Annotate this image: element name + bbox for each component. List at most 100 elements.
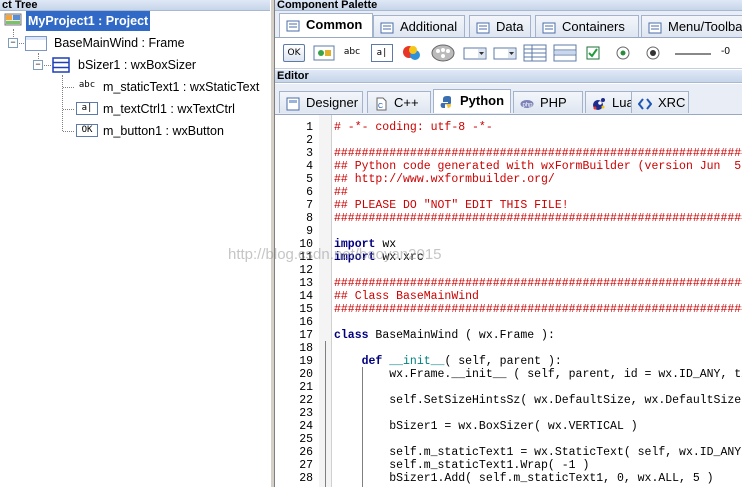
code-text: # -*- coding: utf-8 -*- — [334, 121, 493, 134]
editor-tab[interactable]: C C++ — [367, 91, 431, 113]
line-number: 8 — [306, 212, 313, 225]
choice-tool-icon[interactable] — [463, 44, 487, 62]
code-text: ## http://www.wxformbuilder.org/ — [334, 173, 555, 186]
code-text: self.m_staticText1.Wrap( -1 ) — [334, 459, 590, 472]
code-text: ########################################… — [334, 212, 742, 225]
line-number: 22 — [299, 394, 313, 407]
palette-tab[interactable]: Common — [279, 13, 373, 37]
editor-tabbar: Designer C C++ Python php PHP Lua XRC — [275, 84, 742, 115]
editor-tab-label: XRC — [658, 95, 686, 110]
line-number: 14 — [299, 290, 313, 303]
tree-item[interactable]: OK m_button1 : wxButton — [76, 121, 268, 141]
editor-tab[interactable]: XRC — [631, 91, 689, 113]
tree-connector — [63, 131, 74, 132]
line-number: 17 — [299, 329, 313, 342]
palette-tab-label: Containers — [562, 19, 625, 34]
collapse-toggle[interactable]: − — [8, 38, 18, 48]
tree-connector — [62, 75, 63, 131]
line-number: 19 — [299, 355, 313, 368]
object-tree-title: ct Tree — [0, 0, 272, 11]
line-number: 26 — [299, 446, 313, 459]
editor-tab[interactable]: Python — [433, 89, 511, 113]
slider-end-label[interactable]: -0 — [721, 44, 739, 62]
common-tab-icon — [286, 18, 300, 32]
radio-button-tool-icon[interactable] — [615, 44, 633, 62]
frame-icon — [25, 36, 47, 51]
code-line: bSizer1 = wx.BoxSizer( wx.VERTICAL ) — [334, 420, 638, 433]
code-line: ## http://www.wxformbuilder.org/ — [334, 173, 555, 186]
tree-item-label: m_button1 : wxButton — [103, 124, 224, 138]
palette-tab[interactable]: Containers — [535, 15, 639, 37]
button-tool-icon[interactable]: OK — [283, 44, 305, 62]
code-line: ## — [334, 186, 348, 199]
code-text: bSizer1 = wx.BoxSizer( wx.VERTICAL ) — [334, 420, 638, 433]
line-number: 28 — [299, 472, 313, 485]
svg-text:php: php — [523, 103, 534, 109]
button-icon: OK — [76, 124, 98, 137]
line-number: 25 — [299, 433, 313, 446]
editor-tab-label: Designer — [306, 95, 359, 110]
palette-tab[interactable]: Additional — [373, 15, 465, 37]
checkbox-tool-icon[interactable] — [585, 44, 603, 62]
editor-tab-label: PHP — [540, 95, 567, 110]
component-palette-title: Component Palette — [275, 0, 742, 11]
tree-connector — [63, 87, 74, 88]
code-line: class BaseMainWind ( wx.Frame ): — [334, 329, 555, 342]
code-text: bSizer1.Add( self.m_staticText1, 0, wx.A… — [334, 472, 714, 485]
code-editor[interactable]: 1 # -*- coding: utf-8 -*- 2 3 ##############… — [275, 115, 742, 487]
static-text-tool-icon[interactable]: abc — [341, 44, 363, 62]
line-number: 13 — [299, 277, 313, 290]
editor-tab[interactable]: Designer — [279, 91, 363, 113]
line-number: 15 — [299, 303, 313, 316]
line-number: 27 — [299, 459, 313, 472]
code-line: ########################################… — [334, 212, 742, 225]
collapse-toggle[interactable]: − — [33, 60, 43, 70]
list-ctrl-tool-icon[interactable] — [523, 44, 547, 62]
bitmap-button-tool-icon[interactable] — [313, 44, 335, 62]
line-number: 16 — [299, 316, 313, 329]
static-text-icon: abc — [78, 80, 96, 90]
code-text: wx.Frame.__init__ ( self, parent, id = w… — [389, 368, 742, 381]
tree-item[interactable]: bSizer1 : wxBoxSizer — [52, 55, 268, 75]
code-line: ########################################… — [334, 147, 742, 160]
code-text: ## — [334, 186, 348, 199]
slider-tool-icon[interactable] — [673, 44, 713, 62]
tree-item-label: BaseMainWind : Frame — [54, 36, 185, 50]
fold-guide-class — [325, 341, 326, 487]
code-text: ## Python code generated with wxFormBuil… — [334, 160, 742, 173]
palette-tab-label: Data — [496, 19, 524, 34]
code-text: BaseMainWind ( wx.Frame ): — [368, 329, 555, 342]
code-line: self.SetSizeHintsSz( wx.DefaultSize, wx.… — [334, 394, 742, 407]
watermark: http://blog.csdn.net/baoyan2015 — [228, 246, 442, 263]
code-line: def __init__( self, parent ): — [334, 355, 562, 368]
tree-item[interactable]: MyProject1 : Project — [4, 11, 268, 31]
palette-tabbar: Common Additional Data Containers Menu/Toolb… — [275, 11, 742, 38]
line-number: 12 — [299, 264, 313, 277]
tree-item[interactable]: abc m_staticText1 : wxStaticText — [76, 77, 268, 97]
palette-tab-label: Menu/Toolba — [668, 19, 742, 34]
code-text: self.m_staticText1 = wx.StaticText( self… — [389, 446, 742, 459]
text-ctrl-icon: a| — [76, 102, 98, 115]
php-tab-icon: php — [520, 96, 534, 110]
palette-tab-label: Additional — [400, 19, 458, 34]
line-number: 9 — [306, 225, 313, 238]
text-ctrl-tool-icon[interactable]: a| — [371, 44, 393, 62]
tree-item[interactable]: BaseMainWind : Frame — [25, 33, 268, 53]
code-line: # -*- coding: utf-8 -*- — [334, 121, 493, 134]
grid-tool-icon[interactable] — [553, 44, 577, 62]
radio-button-2-tool-icon[interactable] — [645, 44, 663, 62]
tree-connector — [63, 109, 74, 110]
palette-tab[interactable]: Menu/Toolba — [641, 15, 742, 37]
editor-tab[interactable]: php PHP — [513, 91, 583, 113]
code-line: self.m_staticText1 = wx.StaticText( self… — [334, 446, 742, 459]
list-box-tool-icon[interactable] — [493, 44, 517, 62]
tree-item-label: m_staticText1 : wxStaticText — [103, 80, 260, 94]
palette-tab[interactable]: Data — [469, 15, 531, 37]
combo-box-tool-icon[interactable] — [431, 44, 455, 62]
additional-tab-icon — [380, 20, 394, 34]
tree-item[interactable]: a| m_textCtrl1 : wxTextCtrl — [76, 99, 268, 119]
line-number: 5 — [306, 173, 313, 186]
static-bitmap-tool-icon[interactable] — [401, 44, 423, 62]
designer-tab-icon — [286, 96, 300, 111]
